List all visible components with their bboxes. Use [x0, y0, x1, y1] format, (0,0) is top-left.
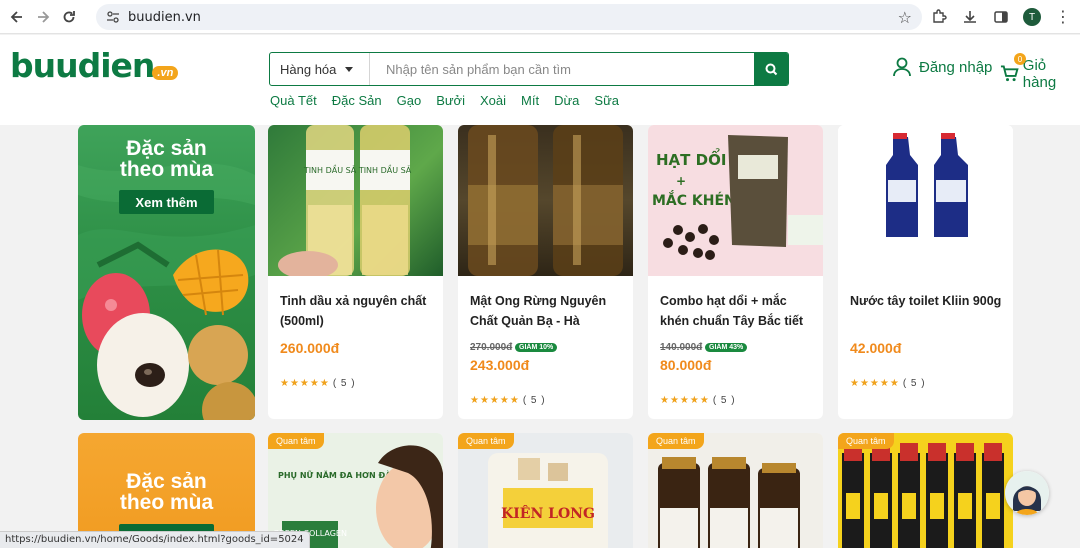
seasonal-banner[interactable]: Đặc sảntheo mùa Xem thêm: [78, 125, 255, 420]
quick-link-dua[interactable]: Dừa: [554, 93, 579, 108]
product-card[interactable]: Quan tâm: [648, 433, 823, 548]
forward-icon[interactable]: [30, 4, 56, 30]
product-card[interactable]: Nước tây toilet Kliin 900g 42.000đ ★★★★★…: [838, 125, 1013, 419]
quick-link-buoi[interactable]: Bưởi: [436, 93, 465, 108]
side-panel-icon[interactable]: [988, 4, 1014, 30]
reload-icon[interactable]: [56, 4, 82, 30]
svg-text:+: +: [676, 174, 686, 188]
cart-icon: [1000, 65, 1019, 82]
discount-badge: GIẢM 43%: [705, 343, 748, 352]
quick-link-mit[interactable]: Mít: [521, 93, 539, 108]
quick-link-xoai[interactable]: Xoài: [480, 93, 506, 108]
product-image: [458, 125, 633, 276]
login-link[interactable]: Đăng nhập: [893, 57, 992, 77]
quick-links: Quà Tết Đặc Sản Gạo Bưởi Xoài Mít Dừa Sữ…: [270, 93, 634, 108]
svg-text:HẠT DỔI: HẠT DỔI: [656, 147, 726, 169]
profile-avatar[interactable]: T: [1019, 4, 1045, 30]
address-bar[interactable]: buudien.vn ☆: [96, 4, 922, 30]
discount-badge: GIẢM 10%: [515, 343, 558, 352]
rating-stars: ★★★★★( 5 ): [850, 378, 926, 389]
rating-stars: ★★★★★( 5 ): [470, 395, 546, 406]
product-image: [838, 125, 1013, 276]
svg-text:MẮC KHÉN: MẮC KHÉN: [652, 190, 736, 209]
product-price: 243.000đ: [470, 357, 530, 373]
download-icon[interactable]: [957, 4, 983, 30]
svg-text:KIÊN LONG: KIÊN LONG: [501, 504, 595, 522]
product-image: [648, 433, 823, 548]
product-card[interactable]: Quan tâm KIÊN LONG: [458, 433, 633, 548]
old-price: 270.000đ: [470, 342, 513, 353]
product-card[interactable]: Mật Ong Rừng Nguyên Chất Quản Bạ - Hà Gi…: [458, 125, 633, 419]
product-image: HẠT DỔI + MẮC KHÉN: [648, 125, 823, 276]
product-name[interactable]: Nước tây toilet Kliin 900g: [850, 291, 1005, 311]
quick-link-qua-tet[interactable]: Quà Tết: [270, 93, 317, 108]
product-price: 260.000đ: [280, 340, 340, 356]
old-price: 140.000đ: [660, 342, 703, 353]
site-header: buudien .vn Hàng hóa Quà Tết Đặc Sản Gạo…: [0, 35, 1080, 125]
chat-support-avatar[interactable]: [1005, 471, 1049, 515]
link-status-bar: https://buudien.vn/home/Goods/index.html…: [0, 531, 310, 548]
banner-title: Đặc sản theo mùa: [119, 470, 214, 514]
quick-link-sua[interactable]: Sữa: [594, 93, 619, 108]
product-card[interactable]: TINH DẦU SẢ TINH DẦU SẢ Tinh dầu xả nguy…: [268, 125, 443, 419]
site-settings-icon[interactable]: [106, 10, 120, 24]
category-select[interactable]: Hàng hóa: [270, 53, 370, 85]
menu-kebab-icon[interactable]: ⋮: [1050, 4, 1076, 30]
quick-link-dac-san[interactable]: Đặc Sản: [332, 93, 382, 108]
user-icon: [893, 57, 911, 77]
search-icon: [765, 63, 777, 75]
extensions-icon[interactable]: [926, 4, 952, 30]
banner-title: Đặc sản theo mùa: [119, 137, 214, 181]
interest-tag: Quan tâm: [648, 433, 704, 449]
product-name[interactable]: Combo hạt dổi + mắc khén chuẩn Tây Bắc t…: [660, 291, 815, 331]
search-button[interactable]: [754, 53, 788, 85]
url-text: buudien.vn: [128, 9, 201, 25]
bookmark-star-icon[interactable]: ☆: [898, 8, 912, 28]
back-icon[interactable]: [4, 4, 30, 30]
product-name[interactable]: Tinh dầu xả nguyên chất (500ml): [280, 291, 435, 331]
rating-stars: ★★★★★( 5 ): [660, 395, 736, 406]
rating-stars: ★★★★★( 5 ): [280, 378, 356, 389]
browser-toolbar: buudien.vn ☆ T ⋮: [0, 0, 1080, 34]
product-image: TINH DẦU SẢ TINH DẦU SẢ: [268, 125, 443, 276]
search-bar: Hàng hóa: [269, 52, 789, 86]
see-more-button[interactable]: Xem thêm: [119, 190, 214, 214]
search-input[interactable]: [370, 53, 754, 85]
interest-tag: Quan tâm: [838, 433, 894, 449]
product-image: KIÊN LONG: [458, 433, 633, 548]
product-image: [838, 433, 1013, 548]
interest-tag: Quan tâm: [458, 433, 514, 449]
cart-link[interactable]: 0 Giỏ hàng: [1000, 53, 1080, 91]
caret-down-icon: [345, 67, 353, 72]
product-price: 42.000đ: [850, 340, 902, 356]
quick-link-gao[interactable]: Gạo: [397, 93, 422, 108]
product-card[interactable]: Quan tâm: [838, 433, 1013, 548]
product-card[interactable]: HẠT DỔI + MẮC KHÉN Combo hạt dổi + mắc k…: [648, 125, 823, 419]
product-price: 80.000đ: [660, 357, 712, 373]
cart-count-badge: 0: [1014, 53, 1026, 65]
site-logo[interactable]: buudien .vn: [10, 49, 179, 82]
interest-tag: Quan tâm: [268, 433, 324, 449]
product-name[interactable]: Mật Ong Rừng Nguyên Chất Quản Bạ - Hà Gi…: [470, 291, 625, 331]
